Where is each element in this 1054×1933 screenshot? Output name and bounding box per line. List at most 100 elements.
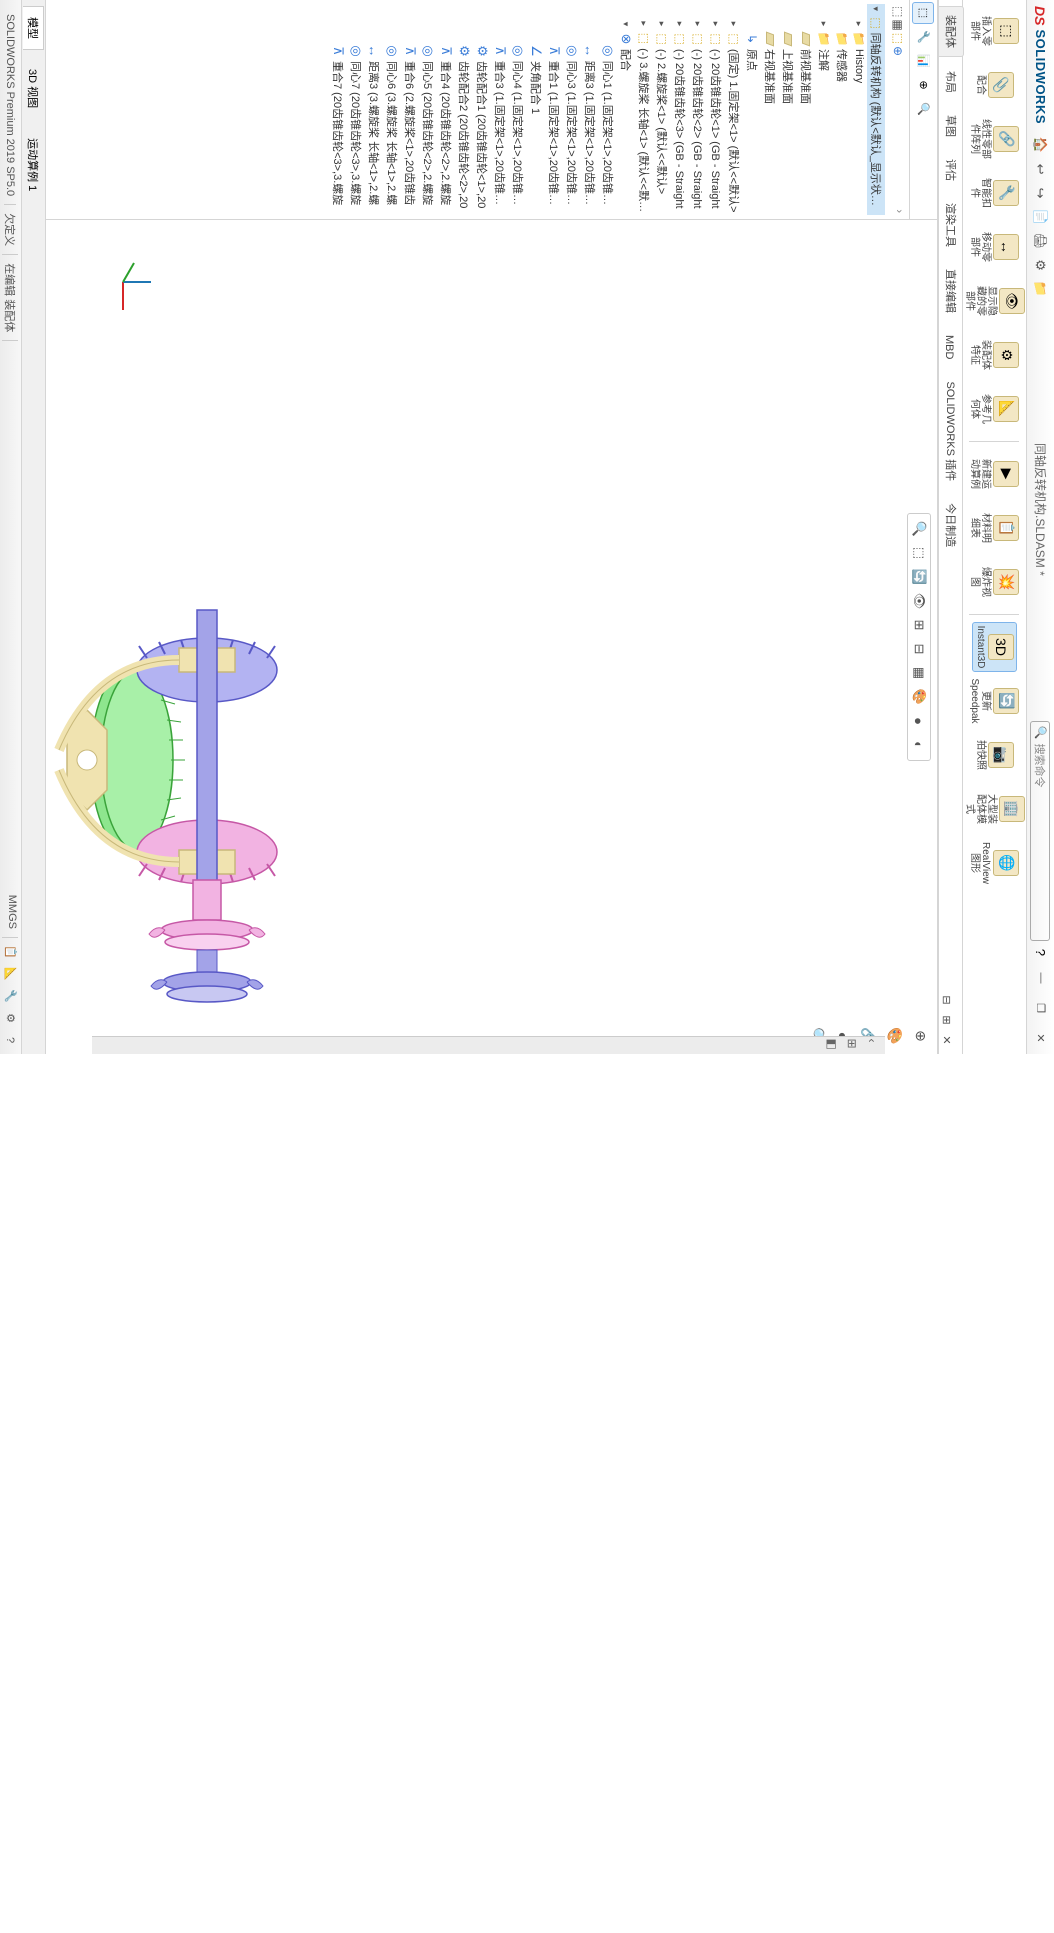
qat-open-icon[interactable]: 📁 bbox=[1032, 280, 1050, 298]
tree-toggle-icon[interactable]: ▸ bbox=[729, 19, 740, 29]
tree-item[interactable]: ▸⬚(-) 20齿锥齿轮<1> (GB - Straight bbox=[707, 4, 725, 215]
qat-redo-icon[interactable]: ↪ bbox=[1032, 184, 1050, 202]
tree-expand-icon[interactable]: ▾ bbox=[871, 4, 882, 13]
ribbon-cmd-参考几何体[interactable]: 📐参考几 何体 bbox=[968, 384, 1022, 434]
ribbon-tab-渲染工具[interactable]: 渲染工具 bbox=[939, 195, 963, 255]
tree-item[interactable]: ⊼重合3 (1.固定架<1>,20齿锥齿轮 bbox=[491, 4, 509, 215]
qat-new-icon[interactable]: 📄 bbox=[1032, 208, 1050, 226]
taskpane-button[interactable]: ⊕ bbox=[911, 1026, 931, 1046]
feature-panel-tab[interactable]: ⊕ bbox=[913, 74, 935, 96]
ribbon-tab-MBD[interactable]: MBD bbox=[939, 327, 959, 367]
view-toolbar-button[interactable]: 🎨 bbox=[910, 688, 928, 706]
taskpane-tab-icon[interactable]: ◧ bbox=[825, 1039, 839, 1053]
ribbon-cmd-Instant3D[interactable]: 3DInstant3D bbox=[972, 622, 1017, 672]
view-toolbar-button[interactable]: 🔄 bbox=[910, 568, 928, 586]
tree-item[interactable]: ▸⬚(-) 20齿锥齿轮<3> (GB - Straight bbox=[671, 4, 689, 215]
tree-item[interactable]: ▸⬚(固定) 1.固定架<1> (默认<<默认> bbox=[725, 4, 743, 215]
tree-root-assembly[interactable]: ▾ ⬚ 同轴反转机构 (默认<默认_显示状态-1>) bbox=[867, 4, 885, 215]
tree-toggle-icon[interactable]: ▸ bbox=[657, 19, 668, 29]
tree-toggle-icon[interactable]: ▸ bbox=[675, 19, 686, 29]
tree-item[interactable]: ▸⬚(-) 2.螺旋桨<1> (默认<<默认> bbox=[653, 4, 671, 215]
chevron-right-icon[interactable]: › bbox=[891, 209, 905, 213]
status-icon[interactable]: 🔧 bbox=[3, 988, 19, 1004]
tree-toggle-icon[interactable]: ▸ bbox=[711, 19, 722, 29]
tree-item[interactable]: ▸📁History bbox=[851, 4, 867, 215]
ribbon-tab-装配体[interactable]: 装配体 bbox=[939, 6, 964, 57]
ribbon-cmd-新建运动算例[interactable]: ▶新建运 动算例 bbox=[968, 449, 1022, 499]
taskpane-button[interactable]: 🎨 bbox=[885, 1026, 905, 1046]
tree-item[interactable]: ⊼重合7 (20齿锥齿轮<3>,3.螺旋 bbox=[329, 4, 347, 215]
qat-undo-icon[interactable]: ↩ bbox=[1032, 160, 1050, 178]
tree-item[interactable]: ⊼重合1 (1.固定架<1>,20齿锥齿轮 bbox=[545, 4, 563, 215]
status-icon[interactable]: 📐 bbox=[3, 966, 19, 982]
tree-item[interactable]: ↳原点 bbox=[743, 4, 761, 215]
taskpane-tab-icon[interactable]: ‹ bbox=[865, 1039, 879, 1053]
tree-item[interactable]: ↔距离3 (1.固定架<1>,20齿锥齿轮 bbox=[581, 4, 599, 215]
view-toolbar-button[interactable]: ▦ bbox=[910, 664, 928, 682]
feature-panel-tab[interactable]: 🔧 bbox=[913, 26, 935, 48]
tree-toggle-icon[interactable]: ▸ bbox=[639, 19, 650, 29]
ribbon-cmd-显示隐藏的零部件[interactable]: 👁显示隐 藏的零 部件 bbox=[962, 276, 1027, 326]
tree-item[interactable]: ▾⊗配合 bbox=[617, 4, 635, 215]
help-icon[interactable]: ? bbox=[1033, 949, 1048, 956]
maximize-button[interactable]: ❐ bbox=[1034, 998, 1047, 1018]
bottom-tab-运动算例 1[interactable]: 运动算例 1 bbox=[23, 127, 45, 202]
ribbon-expand-icon[interactable]: ⊞ bbox=[939, 1012, 955, 1028]
tree-toggle-icon[interactable]: ▸ bbox=[854, 19, 865, 29]
ribbon-cmd-装配体特征[interactable]: ⚙装配体 特征 bbox=[968, 330, 1022, 380]
ribbon-cmd-配合[interactable]: 📎配合 bbox=[973, 60, 1016, 110]
taskpane-tab-icon[interactable]: ⊞ bbox=[845, 1039, 859, 1053]
tree-item[interactable]: ◎同心3 (1.固定架<1>,20齿锥齿轮 bbox=[563, 4, 581, 215]
ribbon-cmd-大型装配体模式[interactable]: 🏢大型装 配体模 式 bbox=[962, 784, 1027, 834]
qat-home-icon[interactable]: 🏠 bbox=[1032, 136, 1050, 154]
command-search-input[interactable]: 🔍 搜索命令 bbox=[1031, 721, 1051, 941]
ribbon-tab-评估[interactable]: 评估 bbox=[939, 151, 963, 189]
graphics-viewport[interactable]: 🔍⬚🔄👁⊞⊟▦🎨●◐ ⊕🎨🔗●🔍 bbox=[46, 220, 937, 1054]
tree-item[interactable]: ⊼重合4 (20齿锥齿轮<2>,2.螺旋 bbox=[437, 4, 455, 215]
ribbon-tab-布局[interactable]: 布局 bbox=[939, 63, 963, 101]
ribbon-cmd-更新Speedpak[interactable]: 🔄更新 Speedpak bbox=[968, 676, 1022, 726]
feature-panel-tab[interactable]: ⬚ bbox=[913, 2, 935, 24]
tree-toggle-icon[interactable]: ▾ bbox=[621, 19, 632, 29]
view-toolbar-button[interactable]: ⊞ bbox=[910, 616, 928, 634]
close-doc-icon[interactable]: ✕ bbox=[939, 1032, 955, 1048]
status-help-icon[interactable]: ? bbox=[3, 1032, 19, 1048]
orientation-triad[interactable] bbox=[94, 252, 154, 312]
ribbon-cmd-插入零部件[interactable]: ⬚插入零 部件 bbox=[968, 6, 1022, 56]
panel-tool-icon[interactable]: ⬚ bbox=[891, 6, 905, 17]
tree-toggle-icon[interactable]: ▸ bbox=[693, 19, 704, 29]
minimize-button[interactable]: — bbox=[1034, 968, 1047, 988]
status-icon[interactable]: ⚙ bbox=[3, 1010, 19, 1026]
feature-panel-tab[interactable]: 📊 bbox=[913, 50, 935, 72]
ribbon-cmd-智能扣件[interactable]: 🔧智能扣 件 bbox=[968, 168, 1022, 218]
tree-item[interactable]: ◎同心1 (1.固定架<1>,20齿锥齿轮 bbox=[599, 4, 617, 215]
tree-item[interactable]: 右视基准面 bbox=[761, 4, 779, 215]
ribbon-collapse-icon[interactable]: ⊟ bbox=[939, 992, 955, 1008]
ribbon-tab-今日制造[interactable]: 今日制造 bbox=[939, 495, 963, 555]
bottom-tab-3D 视图[interactable]: 3D 视图 bbox=[23, 58, 45, 119]
tree-item[interactable]: 📁传感器 bbox=[833, 4, 851, 215]
ribbon-tab-SOLIDWORKS 插件[interactable]: SOLIDWORKS 插件 bbox=[939, 373, 963, 489]
tree-item[interactable]: ◎同心6 (3.螺旋桨 长轴<1>,2.螺 bbox=[383, 4, 401, 215]
tree-item[interactable]: ↔距离3 (3.螺旋桨 长轴<1>,2.螺 bbox=[365, 4, 383, 215]
tree-item[interactable]: ▸⬚(-) 20齿锥齿轮<2> (GB - Straight bbox=[689, 4, 707, 215]
panel-tool-icon[interactable]: ⬚ bbox=[891, 33, 905, 44]
tree-toggle-icon[interactable]: ▸ bbox=[819, 19, 830, 29]
tree-item[interactable]: ▸⬚(-) 3.螺旋桨 长轴<1> (默认<<默认> bbox=[635, 4, 653, 215]
close-button[interactable]: ✕ bbox=[1034, 1028, 1047, 1048]
feature-panel-tab[interactable]: 🔍 bbox=[913, 98, 935, 120]
panel-tool-icon[interactable]: ⊕ bbox=[891, 46, 905, 56]
tree-item[interactable]: 上视基准面 bbox=[779, 4, 797, 215]
view-toolbar-button[interactable]: ⊟ bbox=[910, 640, 928, 658]
tree-item[interactable]: 前视基准面 bbox=[797, 4, 815, 215]
ribbon-cmd-线性零部件阵列[interactable]: 🔗线性零部 件阵列 bbox=[968, 114, 1022, 164]
view-toolbar-button[interactable]: ⬚ bbox=[910, 544, 928, 562]
tree-item[interactable]: ⚙齿轮配合2 (20齿锥齿轮<2>,20 bbox=[455, 4, 473, 215]
view-toolbar-button[interactable]: ◐ bbox=[910, 736, 928, 754]
ribbon-cmd-移动零部件[interactable]: ↔移动零 部件 bbox=[968, 222, 1022, 272]
qat-options-icon[interactable]: ⚙ bbox=[1032, 256, 1050, 274]
view-toolbar-button[interactable]: 🔍 bbox=[910, 520, 928, 538]
ribbon-tab-直接编辑[interactable]: 直接编辑 bbox=[939, 261, 963, 321]
view-toolbar-button[interactable]: 👁 bbox=[910, 592, 928, 610]
bottom-tab-模型[interactable]: 模型 bbox=[23, 6, 44, 50]
